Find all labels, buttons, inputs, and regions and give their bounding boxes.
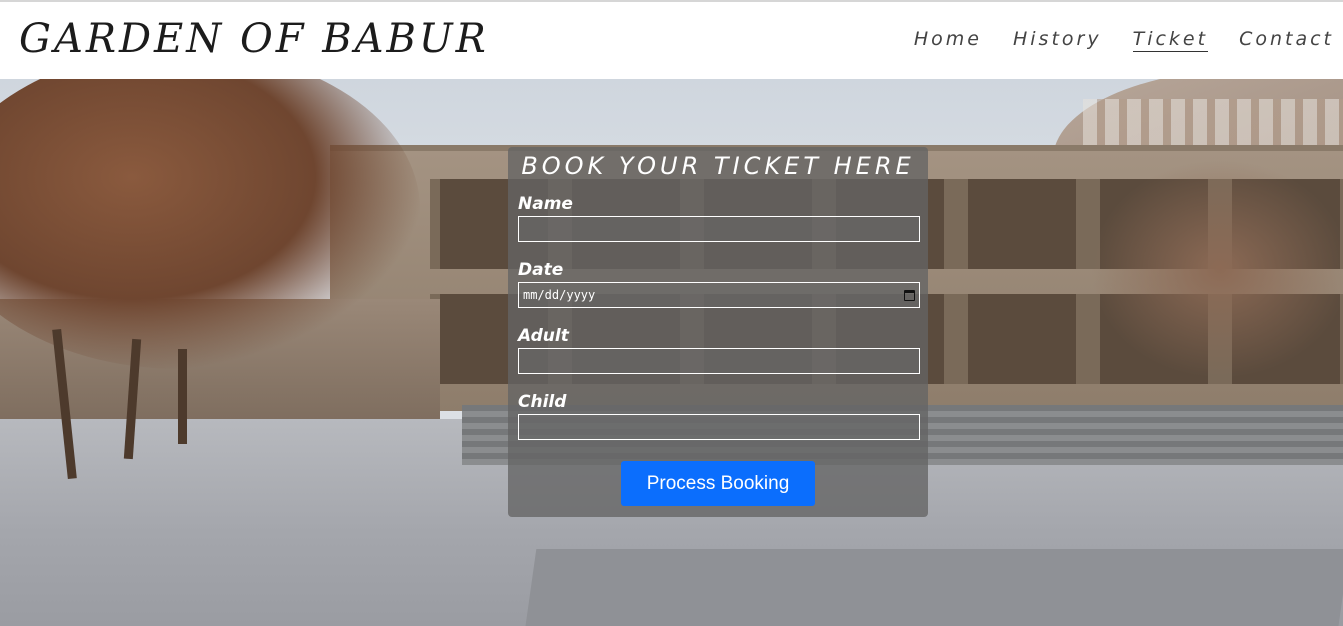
process-booking-button[interactable]: Process Booking [621,461,815,506]
trees-right [1090,159,1343,379]
date-input[interactable]: mm/dd/yyyy [518,282,920,308]
name-label: Name [518,194,573,214]
nav-ticket-link[interactable]: Ticket [1132,27,1209,52]
main-nav: Home History Ticket Contact [914,27,1334,52]
booking-title: BOOK YOUR TICKET HERE [521,152,915,180]
booking-form: BOOK YOUR TICKET HERE Name Date mm/dd/yy… [508,147,928,517]
site-logo[interactable]: GARDEN OF BABUR [19,16,489,62]
date-label: Date [518,260,564,280]
adult-label: Adult [518,326,569,346]
stone-slab [523,549,1343,626]
calendar-icon[interactable] [904,289,915,301]
nav-home-link[interactable]: Home [914,27,982,52]
tree-trunk [178,349,187,444]
child-input[interactable] [518,414,920,440]
adult-input[interactable] [518,348,920,374]
nav-contact-link[interactable]: Contact [1239,27,1334,52]
nav-history-link[interactable]: History [1013,27,1102,52]
name-input[interactable] [518,216,920,242]
site-header: GARDEN OF BABUR Home History Ticket Cont… [0,2,1343,79]
date-placeholder: mm/dd/yyyy [523,288,596,302]
child-label: Child [518,392,567,412]
